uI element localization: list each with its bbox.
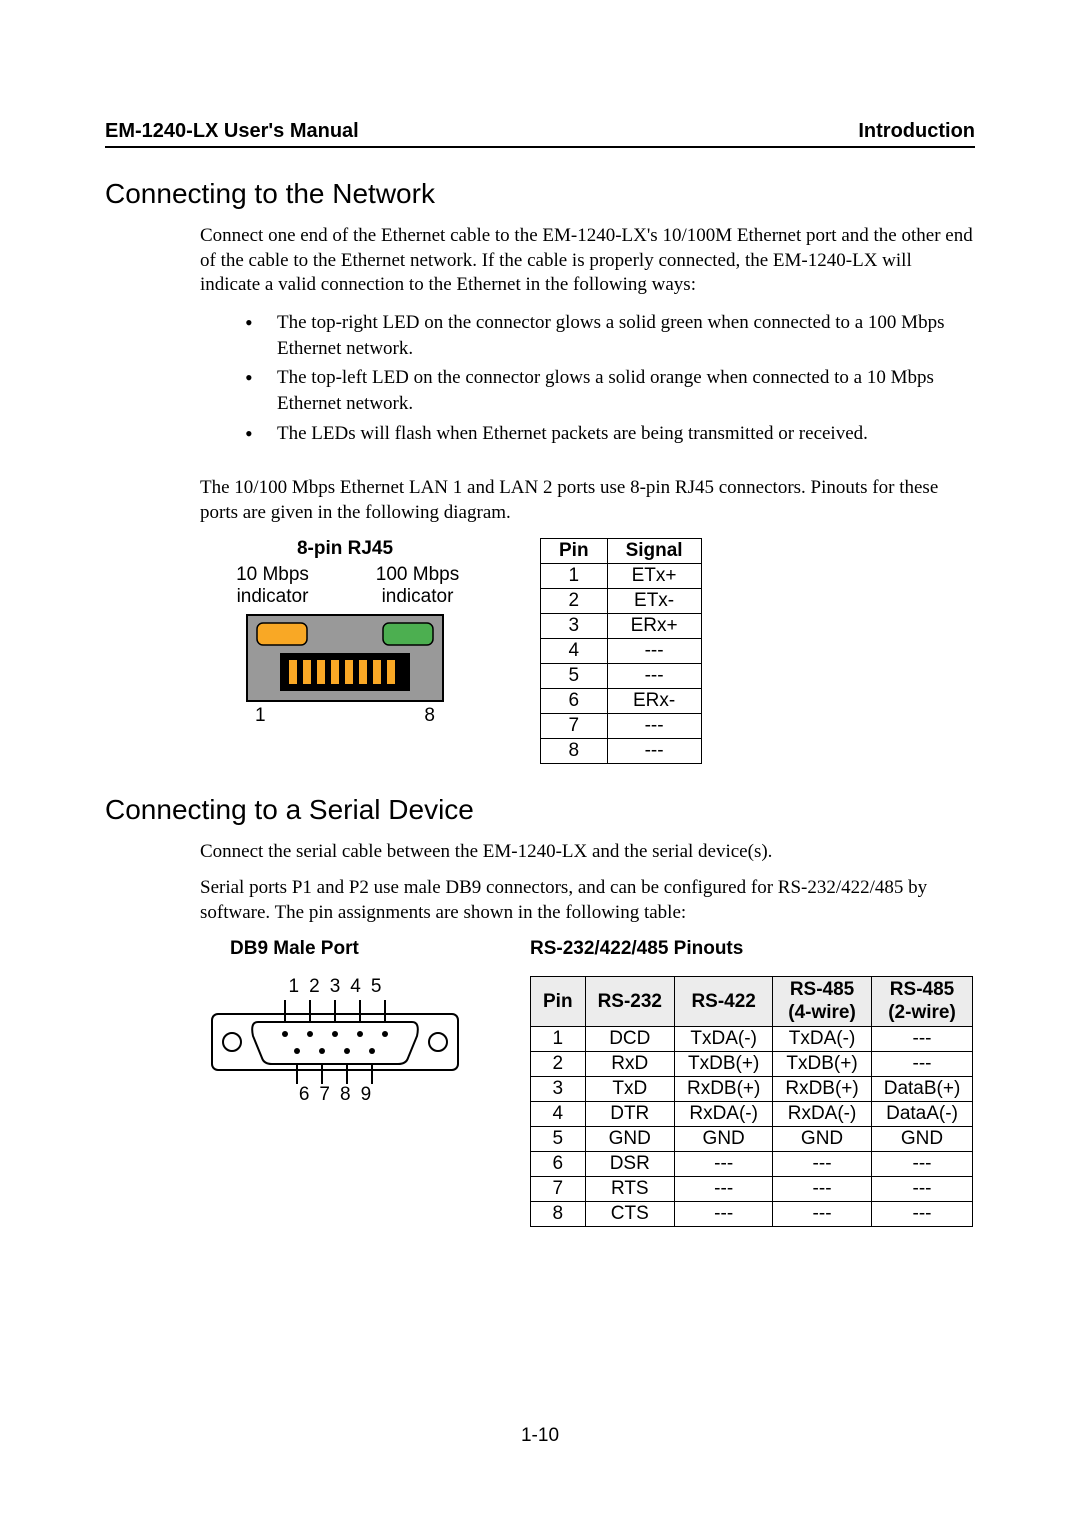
heading-connecting-network: Connecting to the Network [105, 178, 975, 210]
table-row: 6ERx- [541, 688, 702, 713]
table-row: 4--- [541, 638, 702, 663]
list-item: The LEDs will flash when Ethernet packet… [245, 421, 975, 447]
rj45-pin-1-label: 1 [255, 705, 266, 727]
rj45-pin-numbers: 1 8 [200, 705, 490, 727]
table-row: 6DSR--------- [531, 1152, 973, 1177]
list-item: The top-right LED on the connector glows… [245, 310, 975, 361]
table-row: 5--- [541, 663, 702, 688]
table-row: 1ETx+ [541, 563, 702, 588]
header-section-title: Introduction [858, 120, 975, 143]
db9-table-block: RS-232/422/485 Pinouts Pin RS-232 RS-422… [530, 938, 975, 1228]
db9-title: DB9 Male Port [230, 938, 470, 960]
rj45-pinout-table: Pin Signal 1ETx+ 2ETx- 3ERx+ 4--- 5--- 6… [540, 538, 702, 764]
rj45-left-label-b: indicator [237, 586, 309, 607]
pinout-table-title: RS-232/422/485 Pinouts [530, 938, 975, 960]
rj45-diagram-block: 8-pin RJ45 10 Mbps indicator 100 Mbps in… [200, 538, 490, 728]
db9-bottom-pin-numbers: 6 7 8 9 [200, 1084, 470, 1106]
rj45-right-label-b: indicator [382, 586, 454, 607]
db9-connector-icon [210, 996, 460, 1086]
page-number: 1-10 [0, 1425, 1080, 1447]
table-row: 7--- [541, 713, 702, 738]
db9-figure-row: DB9 Male Port 1 2 3 4 5 [200, 938, 975, 1228]
table-row: 4DTRRxDA(-)RxDA(-)DataA(-) [531, 1102, 973, 1127]
table-row: 2ETx- [541, 588, 702, 613]
th-rs422: RS-422 [674, 976, 772, 1027]
table-row: 8CTS--------- [531, 1202, 973, 1227]
db9-diagram-block: DB9 Male Port 1 2 3 4 5 [200, 938, 470, 1106]
table-row: 2RxDTxDB(+)TxDB(+)--- [531, 1052, 973, 1077]
rj45-connector-icon [245, 613, 445, 703]
th-rs485-4wire: RS-485 (4-wire) [773, 976, 871, 1027]
rj45-right-label-a: 100 Mbps [376, 564, 459, 585]
header-manual-title: EM-1240-LX User's Manual [105, 120, 359, 143]
th-rs232: RS-232 [585, 976, 674, 1027]
table-row: 5GNDGNDGNDGND [531, 1127, 973, 1152]
rj45-intro-paragraph: The 10/100 Mbps Ethernet LAN 1 and LAN 2… [200, 476, 975, 525]
table-row: 8--- [541, 738, 702, 763]
serial-para-2: Serial ports P1 and P2 use male DB9 conn… [200, 876, 975, 925]
rj45-figure-row: 8-pin RJ45 10 Mbps indicator 100 Mbps in… [200, 538, 975, 764]
serial-pinout-table: Pin RS-232 RS-422 RS-485 (4-wire) RS-485… [530, 976, 973, 1228]
rj45-led-labels: 10 Mbps indicator 100 Mbps indicator [200, 564, 490, 610]
page-header: EM-1240-LX User's Manual Introduction [105, 120, 975, 148]
table-row: 3ERx+ [541, 613, 702, 638]
th-rs485-2wire: RS-485 (2-wire) [871, 976, 973, 1027]
heading-connecting-serial: Connecting to a Serial Device [105, 794, 975, 826]
table-row: 7RTS--------- [531, 1177, 973, 1202]
table-row: 1DCDTxDA(-)TxDA(-)--- [531, 1027, 973, 1052]
network-intro-paragraph: Connect one end of the Ethernet cable to… [200, 224, 975, 298]
db9-top-pin-numbers: 1 2 3 4 5 [200, 976, 470, 998]
network-led-list: The top-right LED on the connector glows… [245, 310, 975, 446]
rj45-th-pin: Pin [541, 538, 608, 563]
rj45-th-signal: Signal [607, 538, 701, 563]
serial-para-1: Connect the serial cable between the EM-… [200, 840, 975, 865]
rj45-left-label-a: 10 Mbps [236, 564, 309, 585]
list-item: The top-left LED on the connector glows … [245, 365, 975, 416]
table-row: 3TxDRxDB(+)RxDB(+)DataB(+) [531, 1077, 973, 1102]
rj45-pin-8-label: 8 [424, 705, 435, 727]
rj45-title: 8-pin RJ45 [200, 538, 490, 560]
th-pin: Pin [531, 976, 586, 1027]
